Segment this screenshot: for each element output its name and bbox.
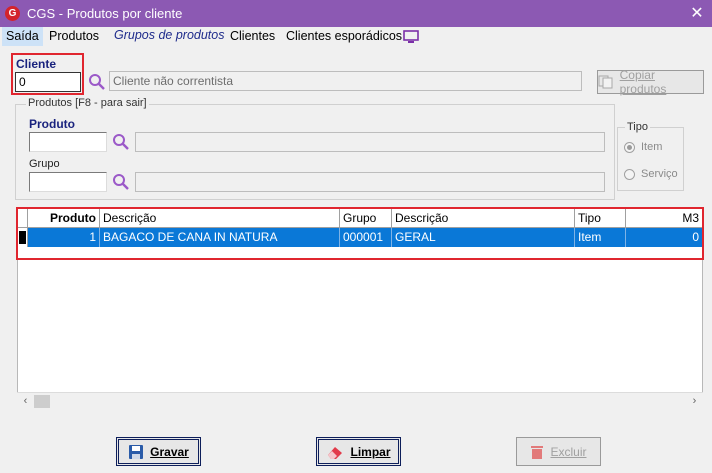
gravar-label: Gravar (150, 444, 189, 459)
grupo-description-field (135, 172, 605, 192)
gravar-button[interactable]: Gravar (116, 437, 201, 466)
produto-search-icon[interactable] (112, 133, 130, 151)
close-button[interactable]: ✕ (682, 0, 712, 27)
cliente-name-field: Cliente não correntista (109, 71, 582, 91)
menu-grupos-de-produtos[interactable]: Grupos de produtos (114, 28, 225, 42)
horizontal-scrollbar[interactable]: ‹ › (17, 392, 703, 409)
tipo-servico-label: Serviço (641, 168, 678, 180)
trash-icon (531, 445, 544, 459)
menu-produtos[interactable]: Produtos (49, 29, 99, 43)
tipo-item-radio[interactable] (624, 142, 635, 153)
copy-icon (598, 75, 613, 89)
save-icon (129, 444, 144, 459)
tipo-item-label: Item (641, 141, 663, 153)
grupo-label: Grupo (29, 158, 60, 170)
produto-description-field (135, 132, 605, 152)
tipo-servico-radio[interactable] (624, 169, 635, 180)
cliente-label: Cliente (16, 57, 57, 71)
tipo-group-title: Tipo (625, 121, 650, 133)
menu-bar: Saída Produtos Grupos de produtos Client… (0, 27, 712, 46)
limpar-button[interactable]: Limpar (316, 437, 401, 466)
eraser-icon (328, 446, 343, 459)
cliente-search-icon[interactable] (88, 73, 106, 91)
produto-code-input[interactable] (29, 132, 107, 152)
cliente-code-input[interactable]: 0 (15, 72, 81, 92)
copiar-produtos-label: Copiar produtos (619, 68, 667, 96)
monitor-icon[interactable] (403, 30, 419, 44)
limpar-label: Limpar (350, 444, 391, 459)
menu-clientes[interactable]: Clientes (230, 29, 275, 43)
excluir-button[interactable]: Excluir (516, 437, 601, 466)
copiar-produtos-button[interactable]: Copiar produtos (597, 68, 704, 96)
tipo-groupbox (617, 127, 684, 191)
grupo-search-icon[interactable] (112, 173, 130, 191)
scroll-thumb[interactable] (34, 395, 50, 408)
grupo-code-input[interactable] (29, 172, 107, 192)
excluir-label: Excluir (550, 444, 587, 459)
window-title: CGS - Produtos por cliente (27, 6, 183, 21)
app-logo-icon: G (5, 6, 20, 21)
produto-label: Produto (29, 117, 75, 131)
scroll-right-arrow-icon[interactable]: › (686, 393, 703, 410)
menu-saida[interactable]: Saída (2, 27, 43, 46)
scroll-left-arrow-icon[interactable]: ‹ (17, 393, 34, 410)
menu-clientes-esporadicos[interactable]: Clientes esporádicos (286, 29, 402, 43)
grid-highlight-box (16, 207, 704, 260)
produtos-group-title: Produtos [F8 - para sair] (26, 97, 149, 109)
title-bar: G CGS - Produtos por cliente ✕ (0, 0, 712, 27)
